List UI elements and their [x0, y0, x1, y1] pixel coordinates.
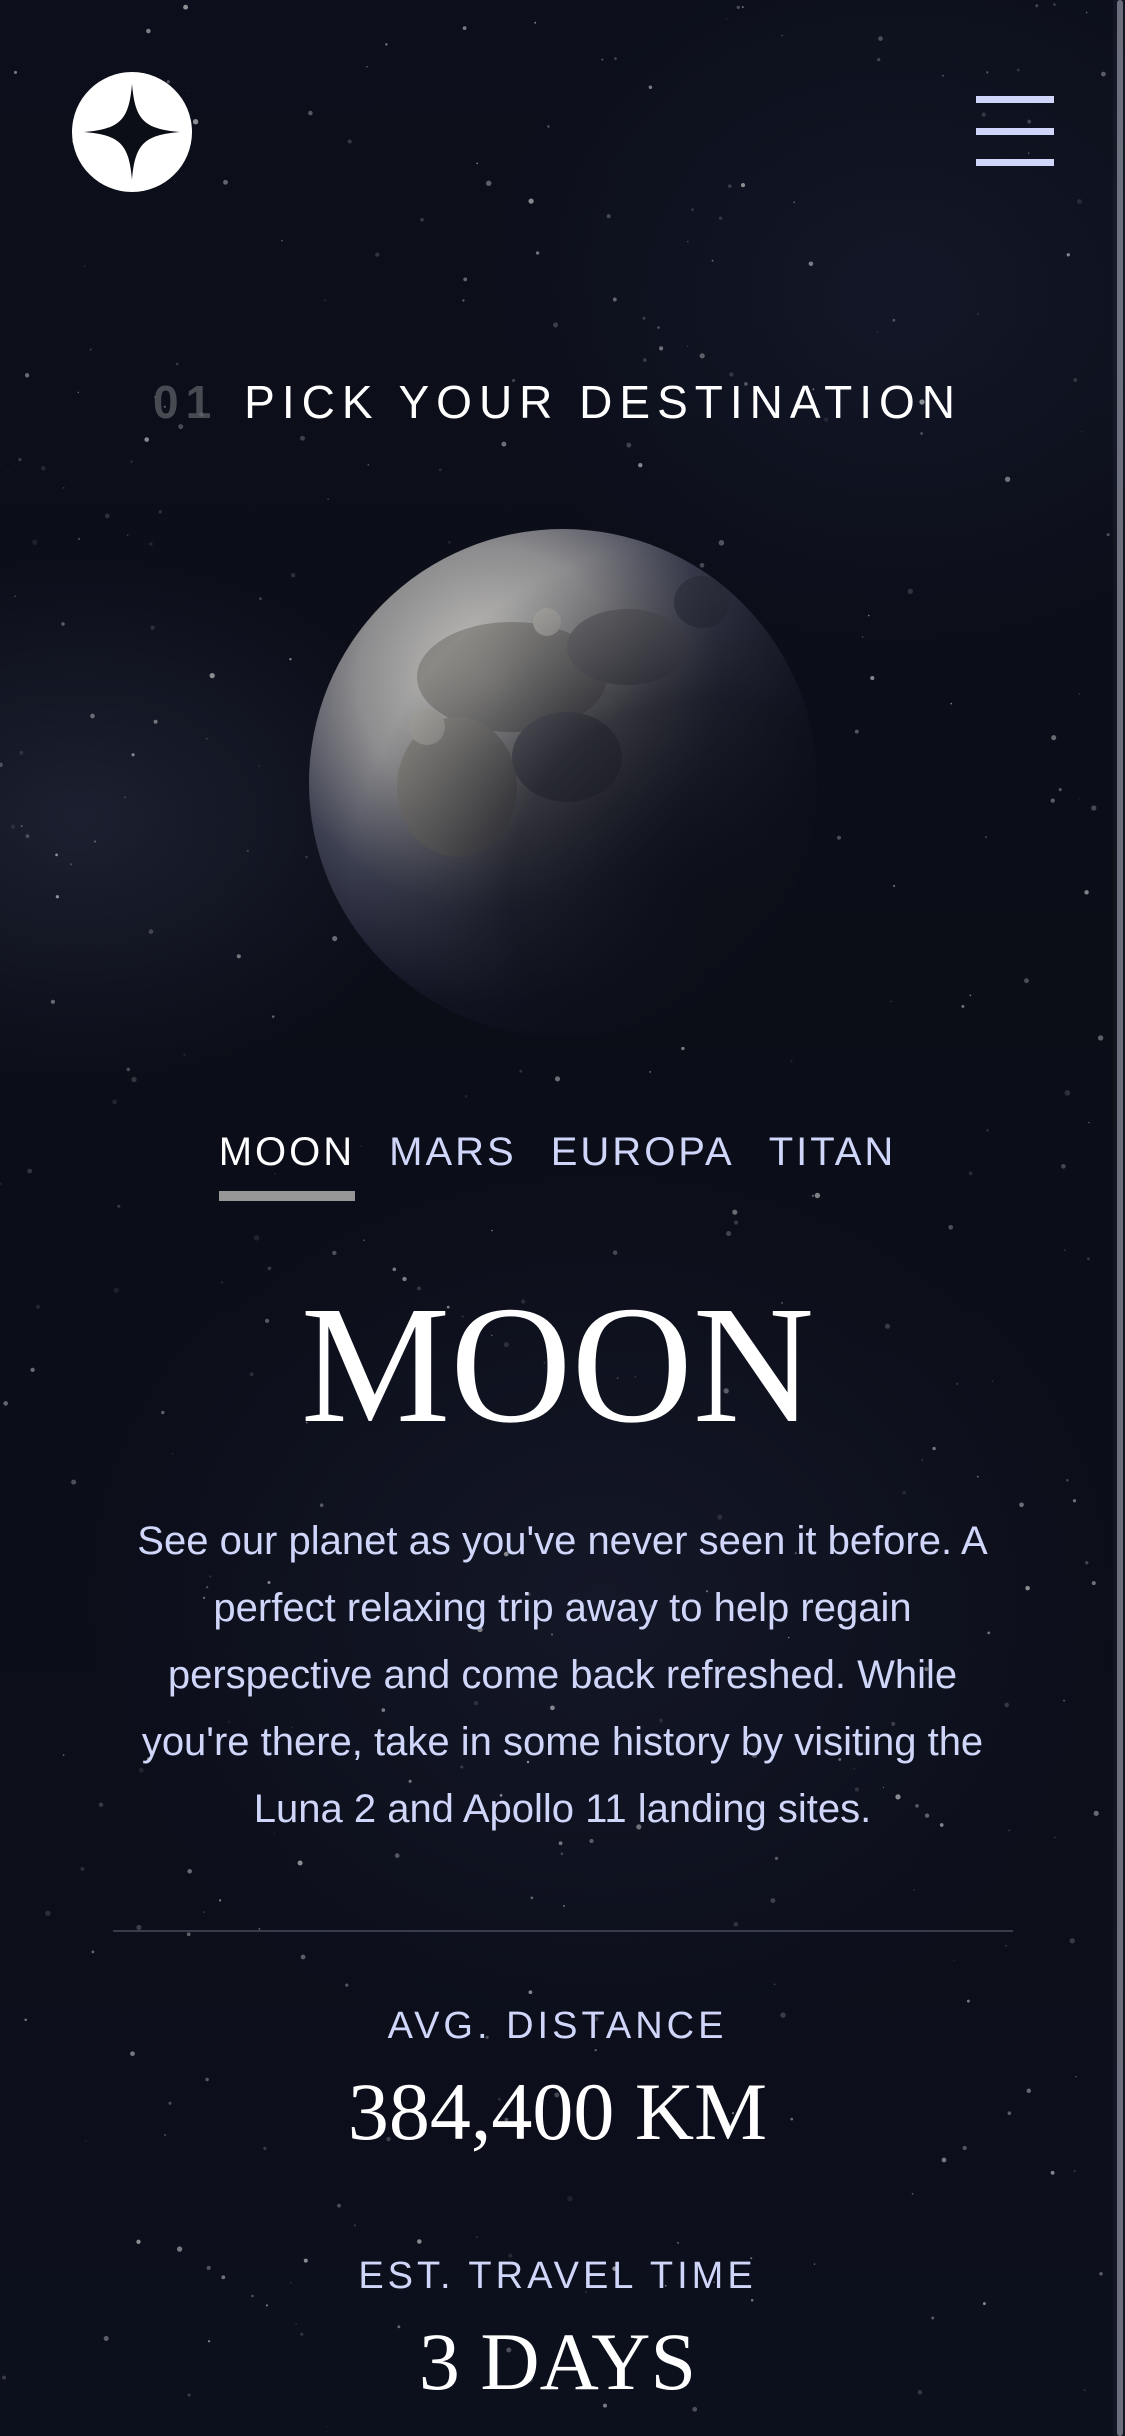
moon-image — [309, 529, 817, 1037]
destination-description: See our planet as you've never seen it b… — [137, 1519, 988, 1831]
travel-time-value: 3 DAYS — [418, 2316, 697, 2407]
destination-title: MOON — [300, 1272, 815, 1458]
tab-europa[interactable]: EUROPA — [551, 1130, 735, 1201]
tab-titan[interactable]: TITAN — [769, 1130, 897, 1201]
tab-mars[interactable]: MARS — [389, 1130, 517, 1201]
page-heading: 01 PICK YOUR DESTINATION — [0, 375, 1115, 429]
star-logo-shape — [84, 84, 180, 180]
page-heading-text: PICK YOUR DESTINATION — [244, 376, 962, 428]
divider — [113, 1930, 1013, 1932]
hamburger-menu-icon[interactable] — [976, 96, 1054, 166]
page-heading-number: 01 — [153, 376, 219, 428]
distance-label: AVG. DISTANCE — [387, 2005, 728, 2047]
travel-time-label: EST. TRAVEL TIME — [358, 2255, 757, 2297]
star-logo-icon[interactable] — [72, 72, 192, 192]
distance-value: 384,400 KM — [347, 2066, 768, 2157]
scrollbar-thumb[interactable] — [1117, 0, 1123, 2436]
tab-moon[interactable]: MOON — [218, 1130, 356, 1201]
destination-tabs: MOON MARS EUROPA TITAN — [0, 1130, 1115, 1201]
